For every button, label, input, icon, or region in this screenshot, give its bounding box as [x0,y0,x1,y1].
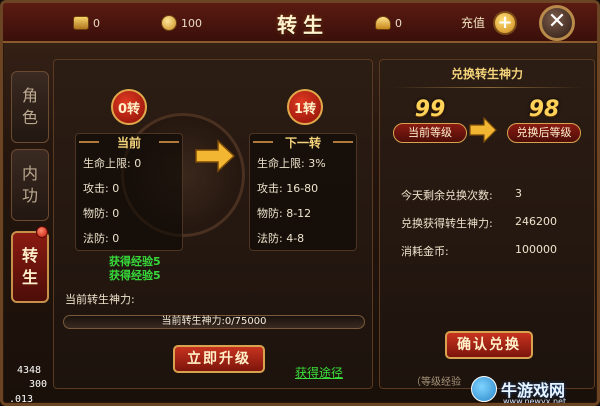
tab-inner-skill-label-top: 内 [21,164,38,183]
watermark-url: www.newyx.net [503,397,567,406]
gold-cost-value: 100000 [515,243,557,256]
exchange-power-gain-label: 兑换获得转生神力: [401,217,493,230]
gold-bar-value: 0 [93,16,100,30]
close-button[interactable]: ✕ [539,5,575,41]
tab-character-label-top: 角 [21,86,38,105]
tab-inner-skill[interactable]: 内 功 [11,149,49,221]
divider [393,87,583,88]
recharge-plus-button[interactable]: + [493,11,517,35]
next-phys-def: 物防: 8-12 [257,207,312,220]
next-rank-badge: 1转 [287,89,323,125]
tab-character[interactable]: 角 色 [11,71,49,143]
tab-reincarnation-label-top: 转 [21,246,38,265]
coin-resource: 100 [161,13,202,33]
current-stats-title: 当前 [75,134,183,150]
current-phys-def: 物防: 0 [83,207,120,220]
tab-character-label-bottom: 色 [21,108,38,127]
ingot-icon [375,16,391,30]
current-level-number: 99 [414,97,446,122]
reincarnation-window: 0 100 转生 0 充值 + ✕ 角 色 内 功 转 生 0转 1转 当前 生… [0,0,600,406]
next-attack: 攻击: 16-80 [257,182,319,195]
debug-text: .013 [9,394,34,405]
ingot-resource: 0 [375,13,402,33]
tab-reincarnation[interactable]: 转 生 [11,231,49,303]
recharge-label: 充值 [461,16,486,30]
tab-reincarnation-label-bottom: 生 [21,268,38,287]
after-level-number: 98 [528,97,560,122]
current-hp: 生命上限: 0 [83,157,142,170]
debug-text: 300 [29,379,48,390]
exchange-power-gain-value: 246200 [515,215,557,228]
debug-text: 4348 [17,365,42,376]
coin-value: 100 [181,16,202,30]
after-level-label: 兑换后等级 [507,123,581,143]
exchange-footnote: （等级经验 [411,377,461,388]
window-title: 转生 [277,12,329,37]
current-attack: 攻击: 0 [83,182,120,195]
coin-icon [161,15,177,31]
confirm-exchange-button[interactable]: 确认兑换 [445,331,533,359]
next-hp: 生命上限: 3% [257,157,326,170]
remaining-exchanges-label: 今天剩余兑换次数: [401,189,493,202]
current-rank-badge: 0转 [111,89,147,125]
power-progress-text: 当前转生神力:0/75000 [161,316,267,327]
arrow-right-icon [195,139,236,173]
upgrade-now-button[interactable]: 立即升级 [173,345,265,373]
arrow-right-icon [469,117,497,143]
remaining-exchanges-value: 3 [515,187,522,200]
notification-dot-icon [36,226,48,238]
power-label: 当前转生神力: [65,293,135,306]
ingot-value: 0 [395,16,402,30]
current-magic-def: 法防: 0 [83,232,120,245]
exp-gain-text: 获得经验5 [109,269,161,282]
next-stats-title: 下一转 [249,134,357,150]
gold-bar-resource: 0 [73,13,100,33]
gold-cost-label: 消耗金币: [401,245,449,258]
gold-bar-icon [73,16,89,30]
exchange-title: 兑换转生神力 [450,67,523,81]
tab-inner-skill-label-bottom: 功 [21,186,38,205]
next-magic-def: 法防: 4-8 [257,232,305,245]
current-level-label: 当前等级 [393,123,467,143]
obtain-method-link[interactable]: 获得途径 [295,364,343,381]
watermark-logo-icon [471,376,497,402]
